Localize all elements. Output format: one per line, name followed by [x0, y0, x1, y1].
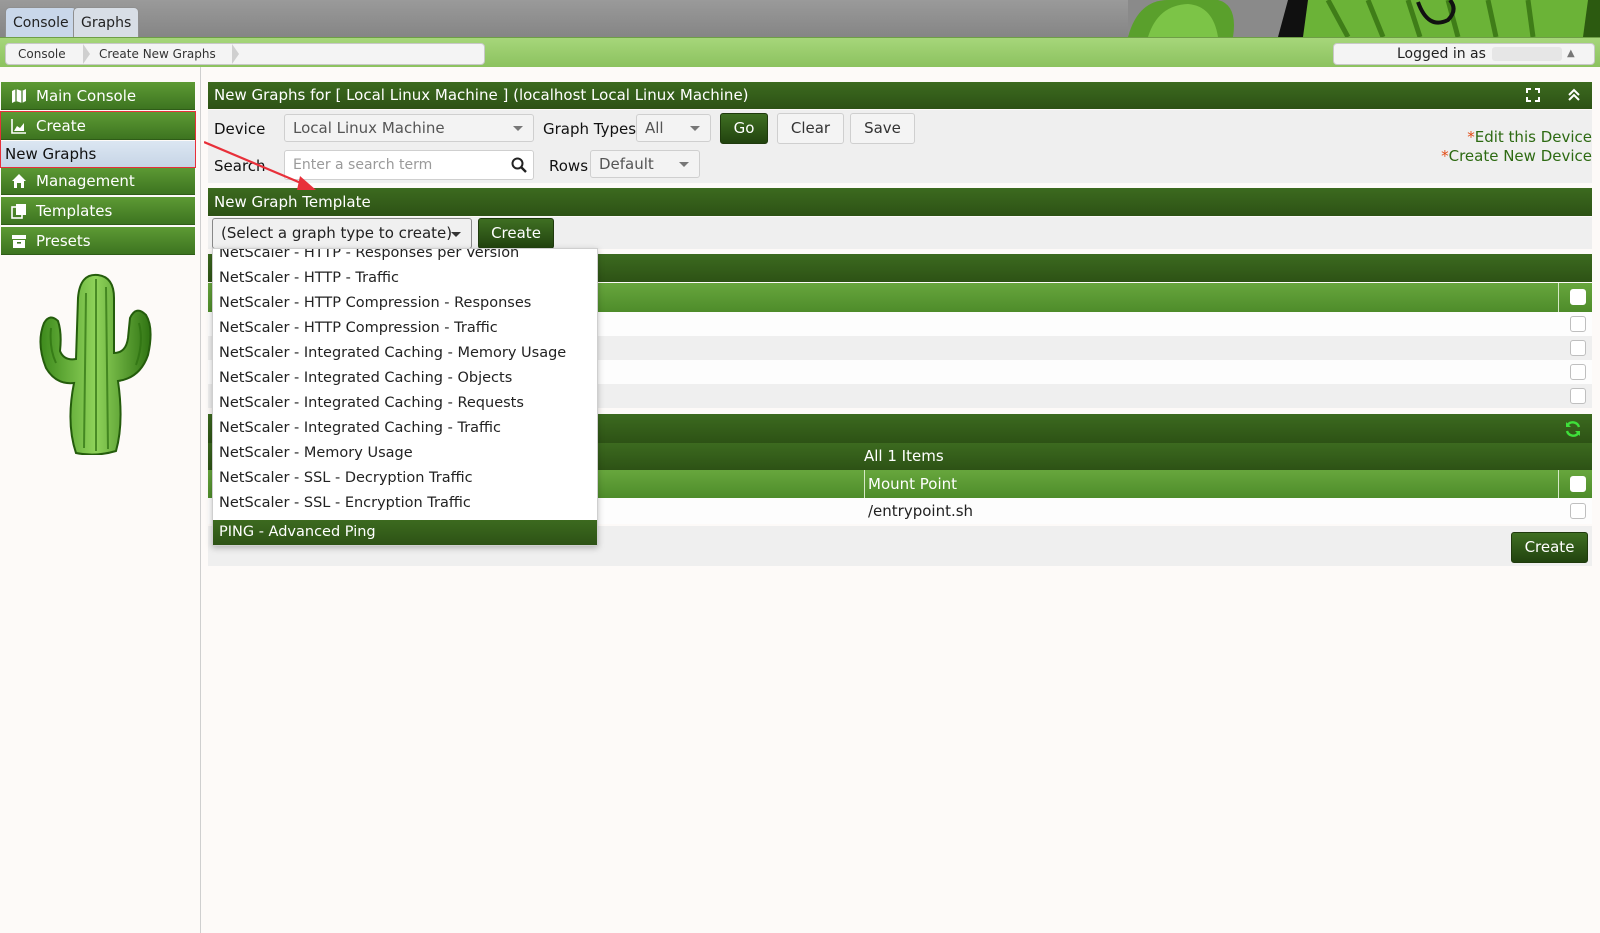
dropdown-option[interactable]: NetScaler - SSL - Encryption Traffic [219, 495, 471, 511]
sidebar-item-create[interactable]: Create [1, 112, 195, 140]
dropdown-option[interactable]: NetScaler - HTTP - Responses per Version [219, 249, 519, 261]
graph-types-select[interactable]: All [636, 114, 711, 142]
mount-point-cell: /entrypoint.sh [868, 502, 974, 520]
breadcrumb-bar: Console Create New Graphs Logged in as ▲ [0, 37, 1600, 67]
column-mount-point[interactable]: Mount Point [868, 470, 957, 498]
create-template-button[interactable]: Create [478, 218, 554, 249]
row-checkbox[interactable] [1570, 340, 1586, 356]
column-divider [864, 470, 865, 498]
refresh-icon[interactable] [1564, 420, 1582, 438]
copy-icon [11, 204, 26, 219]
dropdown-option[interactable]: NetScaler - Integrated Caching - Traffic [219, 420, 501, 436]
graph-template-dropdown: NetScaler - HTTP - Responses per Version… [212, 248, 598, 546]
dropdown-option-selected[interactable]: PING - Advanced Ping [213, 520, 597, 545]
username-redacted [1492, 47, 1562, 61]
search-icon[interactable] [511, 157, 527, 173]
dropdown-option[interactable]: NetScaler - HTTP Compression - Traffic [219, 320, 498, 336]
sidebar-item-main-console[interactable]: Main Console [1, 82, 195, 110]
dropdown-option[interactable]: NetScaler - SSL - Decryption Traffic [219, 470, 473, 486]
dropdown-option[interactable]: NetScaler - Memory Usage [219, 445, 413, 461]
chevron-down-icon [690, 126, 700, 131]
create-device-text: Create New Device [1448, 147, 1592, 165]
dropdown-option[interactable]: NetScaler - Integrated Caching - Request… [219, 395, 524, 411]
required-star: * [1467, 128, 1475, 146]
dropdown-option[interactable]: NetScaler - HTTP Compression - Responses [219, 295, 531, 311]
row-checkbox[interactable] [1570, 503, 1586, 519]
column-divider [1558, 470, 1559, 498]
clear-button[interactable]: Clear [777, 113, 844, 144]
annotation-arrow [204, 140, 316, 190]
device-label: Device [214, 120, 266, 138]
sidebar-item-management[interactable]: Management [1, 167, 195, 195]
fullscreen-icon[interactable] [1526, 88, 1540, 102]
logged-in-label: Logged in as [1397, 46, 1486, 62]
graph-types-select-value: All [645, 119, 664, 137]
rows-label: Rows [549, 157, 589, 175]
chevron-down-icon [451, 232, 461, 237]
select-all-checkbox[interactable] [1570, 476, 1586, 492]
graph-types-label: Graph Types [543, 120, 637, 138]
column-divider [1558, 283, 1559, 312]
device-select-value: Local Linux Machine [293, 119, 445, 137]
create-graphs-button[interactable]: Create [1511, 532, 1588, 563]
required-star: * [1441, 147, 1449, 165]
sidebar-item-label: Templates [36, 202, 113, 220]
sidebar-item-templates[interactable]: Templates [1, 197, 195, 225]
device-select[interactable]: Local Linux Machine [284, 114, 534, 142]
edit-device-link[interactable]: *Edit this Device [1467, 128, 1592, 146]
archive-icon [12, 235, 26, 248]
caret-up-icon: ▲ [1567, 48, 1575, 59]
home-icon [12, 174, 26, 188]
breadcrumb: Console Create New Graphs [5, 43, 485, 65]
dropdown-option[interactable]: NetScaler - Integrated Caching - Memory … [219, 345, 566, 361]
chevron-down-icon [679, 162, 689, 167]
create-device-link[interactable]: *Create New Device [1441, 147, 1592, 165]
page-title: New Graphs for [ Local Linux Machine ] (… [214, 86, 749, 104]
map-icon [12, 89, 26, 103]
edit-device-text: Edit this Device [1474, 128, 1592, 146]
panel-header: New Graphs for [ Local Linux Machine ] (… [208, 82, 1592, 109]
chevron-down-icon [513, 126, 523, 131]
tab-console[interactable]: Console [5, 7, 77, 37]
dropdown-option[interactable]: NetScaler - Integrated Caching - Objects [219, 370, 512, 386]
user-menu[interactable]: Logged in as ▲ [1333, 43, 1595, 65]
breadcrumb-separator [83, 44, 90, 64]
row-checkbox[interactable] [1570, 364, 1586, 380]
save-button[interactable]: Save [850, 113, 915, 144]
tab-graphs[interactable]: Graphs [73, 7, 140, 37]
rows-select[interactable]: Default [590, 150, 700, 178]
breadcrumb-separator [232, 44, 239, 64]
graph-template-select-value: (Select a graph type to create) [221, 224, 453, 242]
sidebar-item-presets[interactable]: Presets [1, 227, 195, 255]
breadcrumb-create-new-graphs[interactable]: Create New Graphs [99, 44, 216, 64]
sidebar-item-label: Presets [36, 232, 91, 250]
graph-template-select[interactable]: (Select a graph type to create) [212, 218, 472, 249]
row-checkbox[interactable] [1570, 388, 1586, 404]
collapse-icon[interactable] [1567, 88, 1581, 102]
cactus-banner-image [1128, 0, 1600, 37]
template-header: New Graph Template [208, 188, 1592, 216]
go-button[interactable]: Go [720, 113, 768, 144]
rows-select-value: Default [599, 155, 654, 173]
top-bar: Console Graphs [0, 0, 1600, 37]
breadcrumb-console[interactable]: Console [18, 44, 66, 64]
cactus-logo [39, 273, 152, 455]
sidebar-item-label: Main Console [36, 87, 137, 105]
sidebar-item-label: Management [36, 172, 135, 190]
area-chart-icon [11, 119, 26, 134]
dropdown-option[interactable]: NetScaler - HTTP - Traffic [219, 270, 399, 286]
sidebar-item-new-graphs[interactable]: New Graphs [1, 141, 195, 167]
items-count: All 1 Items [864, 447, 944, 465]
select-all-checkbox[interactable] [1570, 289, 1586, 305]
sidebar-item-label: Create [36, 117, 86, 135]
row-checkbox[interactable] [1570, 316, 1586, 332]
